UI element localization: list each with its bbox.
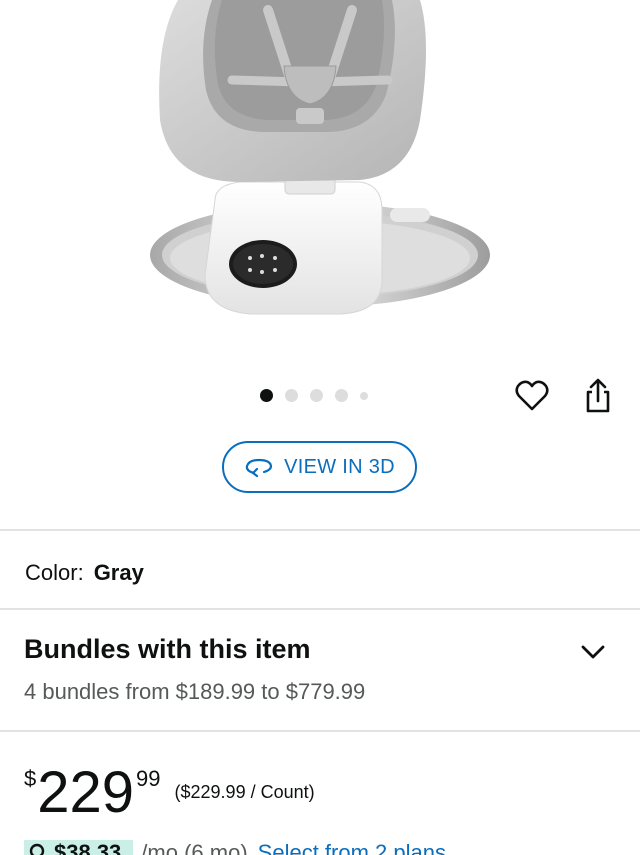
price-fraction: 99 [136, 766, 161, 791]
price-currency-symbol: $ [24, 766, 37, 791]
bundles-title: Bundles with this item [24, 634, 311, 664]
color-value: Gray [93, 560, 144, 585]
carousel-dot-1[interactable] [260, 389, 273, 402]
carousel-dot-4[interactable] [335, 389, 348, 402]
share-button[interactable] [578, 376, 618, 416]
installment-term: /mo (6 mo) [141, 840, 248, 855]
carousel-dot-3[interactable] [310, 389, 323, 402]
color-selector[interactable]: Color: Gray [25, 560, 144, 586]
heart-icon [515, 380, 549, 411]
section-divider [0, 529, 640, 531]
installment-badge: $38.33 [24, 840, 134, 855]
rotate-3d-icon [245, 458, 273, 477]
view-in-3d-label: VIEW IN 3D [284, 455, 395, 478]
search-icon [29, 843, 45, 855]
price-block: $ 229 99 ($229.99 / Count) [24, 760, 315, 826]
section-divider [0, 730, 640, 732]
image-carousel-dots[interactable] [260, 389, 368, 402]
chevron-down-icon[interactable] [580, 642, 606, 662]
carousel-dot-5[interactable] [360, 391, 368, 400]
wishlist-button[interactable] [512, 378, 552, 414]
product-image[interactable] [0, 0, 640, 360]
color-label: Color: [25, 560, 84, 585]
carousel-dot-2[interactable] [285, 389, 298, 402]
baby-swing-illustration [150, 0, 490, 315]
installment-row: $38.33 /mo (6 mo) Select from 2 plans [24, 840, 446, 855]
view-in-3d-button[interactable]: VIEW IN 3D [222, 441, 417, 493]
bundles-subtitle: 4 bundles from $189.99 to $779.99 [24, 679, 366, 704]
bundles-section[interactable]: Bundles with this item 4 bundles from $1… [0, 612, 640, 730]
unit-price: ($229.99 / Count) [174, 782, 315, 802]
select-plans-link[interactable]: Select from 2 plans [258, 840, 446, 855]
price-whole: 229 [37, 760, 135, 825]
section-divider [0, 608, 640, 610]
share-icon [586, 378, 610, 413]
installment-amount: $38.33 [54, 840, 122, 855]
